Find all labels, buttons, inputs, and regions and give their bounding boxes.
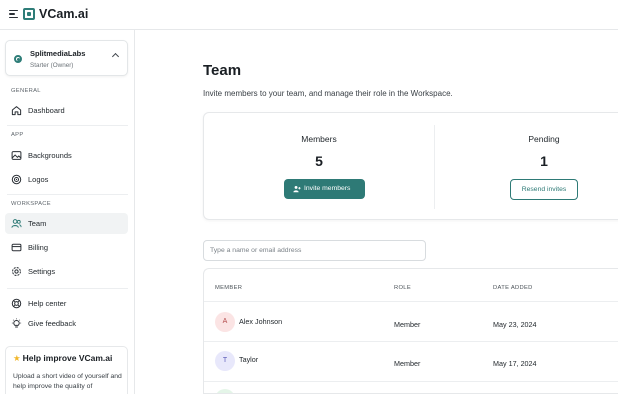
sidebar-item-team[interactable]: Team (5, 213, 128, 234)
app-name: VCam.ai (39, 7, 89, 21)
sidebar-item-label: Dashboard (28, 106, 65, 115)
sidebar-item-label: Billing (28, 243, 49, 252)
members-count: 5 (315, 153, 323, 169)
workspace-status-icon (14, 55, 22, 63)
promo-text: Upload a short video of yourself and hel… (13, 373, 122, 390)
stats-divider (434, 125, 435, 209)
workspace-name: SplitmediaLabs (30, 49, 86, 58)
section-label-general: GENERAL (11, 88, 41, 94)
promo-title: ★ Help improve VCam.ai (13, 353, 112, 364)
target-icon (11, 174, 22, 185)
member-role: Member (394, 359, 421, 368)
section-label-app: APP (11, 132, 24, 138)
workspace-plan: Starter (Owner) (30, 62, 74, 69)
sidebar: SplitmediaLabs Starter (Owner) GENERAL D… (0, 30, 135, 394)
avatar (215, 389, 235, 393)
pending-count: 1 (540, 153, 548, 169)
chevron-up-icon (111, 52, 120, 61)
member-name: Alex Johnson (239, 317, 283, 326)
promo-title-text: Help improve VCam.ai (22, 353, 113, 363)
lifebuoy-icon (11, 298, 22, 309)
sidebar-item-backgrounds[interactable]: Backgrounds (5, 145, 128, 166)
resend-invites-button[interactable]: Resend invites (510, 179, 578, 200)
member-role: Member (394, 320, 421, 329)
lightbulb-icon (11, 318, 22, 328)
column-header-role: ROLE (394, 285, 411, 291)
help-improve-card[interactable]: ★ Help improve VCam.ai Upload a short vid… (5, 346, 128, 394)
table-row[interactable]: T Taylor Member May 17, 2024 (204, 342, 618, 381)
image-icon (11, 151, 22, 160)
menu-icon[interactable] (9, 10, 18, 18)
home-icon (11, 106, 22, 116)
main-content: Team Invite members to your team, and ma… (136, 31, 618, 394)
sidebar-item-logos[interactable]: Logos (5, 169, 128, 190)
invite-members-button[interactable]: Invite members (284, 179, 365, 199)
table-row[interactable] (204, 382, 618, 393)
sidebar-item-label: Give feedback (28, 319, 76, 328)
sidebar-item-settings[interactable]: Settings (5, 261, 128, 282)
avatar: A (215, 312, 235, 332)
sidebar-item-label: Settings (28, 267, 56, 276)
member-date-added: May 17, 2024 (493, 359, 537, 368)
section-label-workspace: WORKSPACE (11, 201, 51, 207)
vcam-logo-icon (23, 8, 35, 20)
divider (7, 288, 128, 289)
sidebar-item-give-feedback[interactable]: Give feedback (5, 313, 128, 334)
sidebar-item-label: Help center (28, 299, 67, 308)
star-icon: ★ (13, 353, 21, 363)
sidebar-item-billing[interactable]: Billing (5, 237, 128, 258)
column-header-member: MEMBER (215, 285, 243, 291)
pending-label: Pending (528, 134, 560, 144)
member-search-input[interactable] (203, 240, 426, 261)
divider (7, 125, 128, 126)
sidebar-item-help-center[interactable]: Help center (5, 293, 128, 314)
members-label: Members (301, 134, 337, 144)
top-bar: VCam.ai (0, 0, 618, 30)
sidebar-item-label: Backgrounds (28, 151, 72, 160)
divider (7, 194, 128, 195)
sidebar-item-dashboard[interactable]: Dashboard (5, 100, 128, 121)
page-title: Team (203, 62, 242, 79)
column-header-date: DATE ADDED (493, 285, 533, 291)
sidebar-item-label: Logos (28, 175, 49, 184)
member-name: Taylor (239, 355, 259, 364)
member-date-added: May 23, 2024 (493, 320, 537, 329)
sidebar-item-label: Team (28, 219, 47, 228)
table-row[interactable]: A Alex Johnson Member May 23, 2024 (204, 302, 618, 341)
avatar: T (215, 351, 235, 371)
invite-members-label: Invite members (304, 185, 351, 192)
card-icon (11, 243, 22, 252)
users-icon (11, 219, 22, 228)
add-user-icon (293, 185, 301, 193)
team-stats-card: Members 5 Invite members Pending 1 Resen… (203, 112, 618, 220)
members-table: MEMBER ROLE DATE ADDED A Alex Johnson Me… (203, 268, 618, 394)
workspace-switcher[interactable]: SplitmediaLabs Starter (Owner) (5, 40, 128, 76)
gear-icon (12, 267, 21, 276)
page-subtitle: Invite members to your team, and manage … (203, 89, 453, 98)
